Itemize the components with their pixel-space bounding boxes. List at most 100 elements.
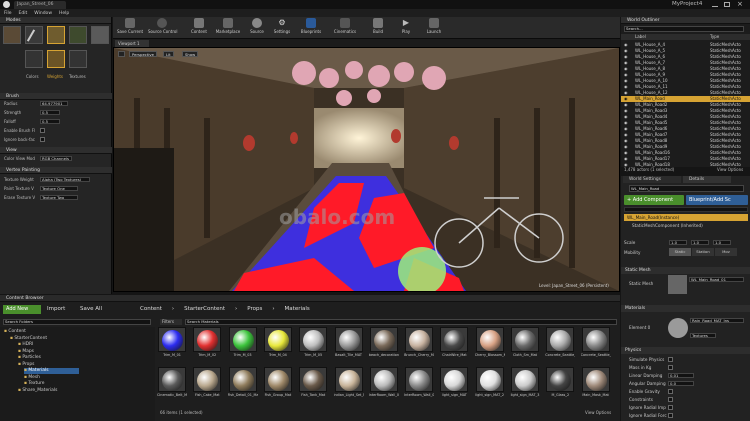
falloff-field[interactable]: 0.5 (40, 119, 60, 124)
asset-tile[interactable]: M_Glass_2 (545, 367, 575, 403)
physics-header[interactable]: Physics (621, 347, 750, 354)
folder-tree-item[interactable]: ▪ Particles (18, 355, 41, 361)
scale-z[interactable]: 1.0 (713, 240, 731, 245)
view-header[interactable]: View (0, 147, 112, 154)
viewport[interactable]: Perspective Lit Show obalo.com Level: Ja… (113, 47, 620, 292)
content-button[interactable]: Content (185, 18, 213, 38)
asset-tile[interactable]: Basalt_Tile_MAT (334, 327, 364, 363)
asset-tile[interactable]: Cloth_Sm_Mat (510, 327, 540, 363)
physics-prop-checkbox[interactable] (668, 413, 673, 418)
asset-tile[interactable]: Concrete_Seattle_Parking_MAT_2 (581, 327, 611, 363)
physics-prop-field[interactable]: 0.0 (668, 381, 694, 386)
static-mesh-header[interactable]: Static Mesh (621, 267, 750, 274)
asset-tile[interactable]: Cherry_Blossom_MAT (475, 327, 505, 363)
outliner-view-options[interactable]: View Options (717, 167, 743, 172)
physics-prop-field[interactable]: 0.01 (668, 373, 694, 378)
asset-tile[interactable]: Trim_M_01 (157, 327, 187, 363)
maximize-button[interactable] (724, 2, 730, 7)
place-mode-icon[interactable] (3, 26, 21, 44)
menu-file[interactable]: File (4, 11, 12, 16)
marketplace-button[interactable]: Marketplace (214, 18, 242, 38)
show-button[interactable]: Show (182, 51, 199, 57)
erase-texture-dropdown[interactable]: Texture Two (40, 195, 78, 200)
settings-button[interactable]: ⚙ Settings (268, 18, 296, 38)
world-outliner-tab[interactable]: World Outliner (621, 17, 750, 24)
strength-field[interactable]: 0.5 (40, 110, 60, 115)
materials-header[interactable]: Materials (621, 305, 750, 312)
viewport-tab[interactable]: Viewport 1 (115, 40, 149, 47)
physics-prop-checkbox[interactable] (668, 357, 673, 362)
paint-mode-icon[interactable] (25, 26, 43, 44)
weights-tool-icon[interactable] (47, 50, 65, 68)
asset-tile[interactable]: InterRoom_Wall_02_Mat_1 (404, 367, 434, 403)
asset-tile[interactable]: InterRoom_Wall_01_Mat (369, 367, 399, 403)
tab-world-settings[interactable]: World Settings (623, 176, 681, 183)
import-button[interactable]: Import (47, 305, 65, 314)
launch-button[interactable]: Launch (420, 18, 448, 38)
menu-help[interactable]: Help (59, 11, 69, 16)
outliner-search-input[interactable]: Search... (624, 26, 744, 32)
content-view-options[interactable]: View Options (585, 410, 611, 415)
lit-button[interactable]: Lit (163, 51, 174, 57)
search-folders-input[interactable]: Search Folders (3, 319, 151, 325)
asset-tile[interactable]: Main_Mask_Mat (581, 367, 611, 403)
breadcrumb-materials[interactable]: Materials (285, 305, 310, 314)
component-search[interactable] (624, 207, 748, 212)
scale-y[interactable]: 1.0 (691, 240, 709, 245)
add-new-button[interactable]: Add New (3, 305, 41, 314)
physics-prop-checkbox[interactable] (668, 397, 673, 402)
asset-tile[interactable]: Fish_Group_Mat (263, 367, 293, 403)
physics-prop-checkbox[interactable] (668, 389, 673, 394)
blueprint-add-script-button[interactable]: Blueprint/Add Sc (686, 195, 748, 205)
texture-weight-dropdown[interactable]: Alpha (Two Textures) (40, 177, 90, 182)
menu-window[interactable]: Window (34, 11, 52, 16)
static-mesh-thumbnail[interactable] (668, 275, 687, 294)
viewport-options-button[interactable] (118, 51, 125, 57)
source-button[interactable]: Source (243, 18, 271, 38)
radius-field[interactable]: 64.977901 (40, 101, 68, 106)
blueprints-button[interactable]: Blueprints (297, 18, 325, 38)
source-control-button[interactable]: Source Control (148, 18, 177, 38)
minimize-button[interactable] (712, 2, 718, 7)
asset-tile[interactable]: Fish_Detail_01_Mat (228, 367, 258, 403)
actor-name-field[interactable]: WL_Main_Road (629, 185, 744, 192)
build-button[interactable]: Build (364, 18, 392, 38)
col-type[interactable]: Type (710, 34, 719, 39)
add-component-button[interactable]: + Add Component (624, 195, 684, 205)
asset-tile[interactable]: Trim_M_04 (263, 327, 293, 363)
asset-tile[interactable]: beach_decoration_MAT (369, 327, 399, 363)
folder-tree-item[interactable]: ▪ StarterContent (10, 336, 47, 342)
cinematics-button[interactable]: Cinematics (331, 18, 359, 38)
material-thumbnail[interactable] (668, 318, 688, 338)
asset-tile[interactable]: Trim_M_05 (298, 327, 328, 363)
asset-tile[interactable]: Fish_Tank_Mat (298, 367, 328, 403)
component-row[interactable]: StaticMeshComponent (Inherited) (624, 222, 748, 229)
perspective-button[interactable]: Perspective (129, 51, 157, 57)
asset-tile[interactable]: Indian_Light_Set_Mat (334, 367, 364, 403)
colors-tool-icon[interactable] (25, 50, 43, 68)
asset-tile[interactable]: Trim_M_03 (228, 327, 258, 363)
menu-edit[interactable]: Edit (19, 11, 28, 16)
paint-texture-dropdown[interactable]: Texture One (40, 186, 78, 191)
foliage-mode-icon[interactable] (69, 26, 87, 44)
asset-tile[interactable]: light_sign_MAT_2 (475, 367, 505, 403)
asset-tile[interactable]: Concrete_Seattle_Parking_MAT (545, 327, 575, 363)
landscape-mode-icon[interactable] (47, 26, 65, 44)
close-button[interactable]: × (737, 0, 743, 8)
folder-tree-item[interactable]: ▪ HDRI (18, 342, 33, 348)
play-button[interactable]: ▶ Play (392, 18, 420, 38)
geometry-mode-icon[interactable] (91, 26, 109, 44)
asset-tile[interactable]: ChairWire_Mat (439, 327, 469, 363)
mobility-movable[interactable]: Mov (715, 248, 737, 256)
folder-tree-item[interactable]: ▪ Maps (18, 349, 34, 355)
folder-tree-item[interactable]: ▪ Materials (24, 368, 79, 374)
col-label[interactable]: Label (635, 34, 646, 39)
search-materials-input[interactable]: Search Materials (185, 319, 617, 325)
tab-details[interactable]: Details (683, 176, 731, 183)
breadcrumb-content[interactable]: Content (140, 305, 162, 314)
physics-prop-checkbox[interactable] (668, 405, 673, 410)
enable-brush-checkbox[interactable] (40, 128, 45, 133)
physics-prop-checkbox[interactable] (668, 365, 673, 370)
asset-tile[interactable]: Brunch_Cherry_MAT (404, 327, 434, 363)
static-mesh-dropdown[interactable]: WL_Main_Road_01 (689, 277, 744, 282)
